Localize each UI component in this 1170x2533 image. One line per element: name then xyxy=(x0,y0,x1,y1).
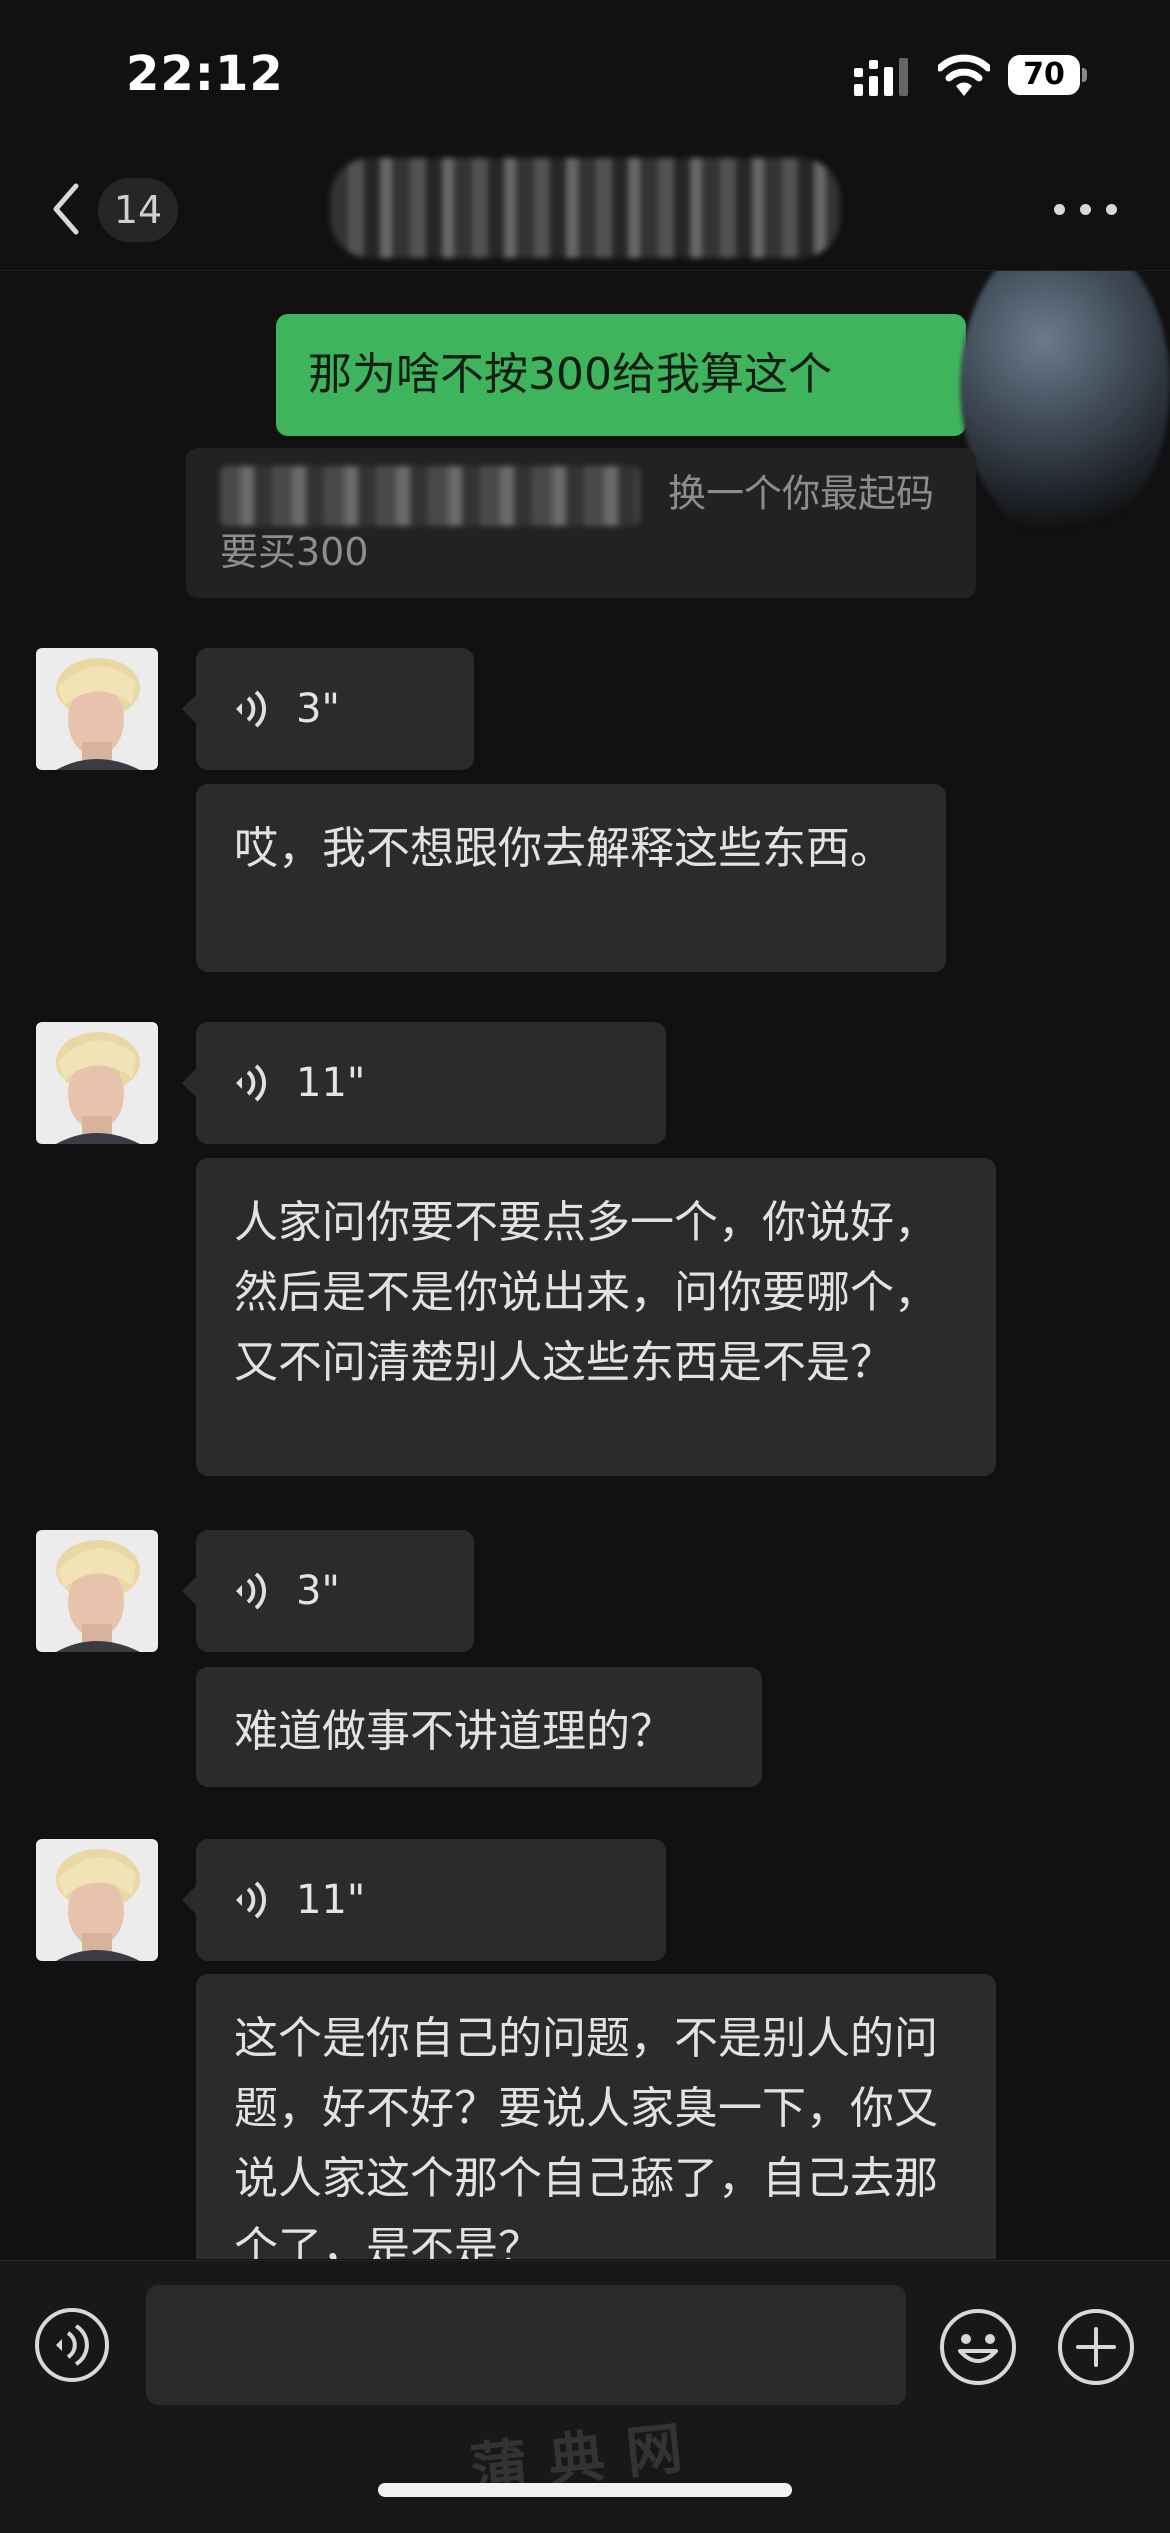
contact-avatar[interactable] xyxy=(36,1839,158,1961)
voice-wave-icon xyxy=(236,690,267,728)
plus-icon[interactable] xyxy=(1056,2307,1136,2387)
battery-icon: 70 xyxy=(1008,55,1087,95)
wifi-icon xyxy=(938,54,990,96)
status-time: 22:12 xyxy=(126,46,284,102)
home-indicator[interactable] xyxy=(378,2483,792,2497)
redacted-quote-sender xyxy=(220,466,640,526)
chevron-left-icon xyxy=(53,183,79,235)
battery-level: 70 xyxy=(1008,55,1080,95)
voice-duration: 11" xyxy=(296,1877,366,1923)
message-input[interactable] xyxy=(146,2285,906,2405)
voice-wave-icon xyxy=(236,1064,267,1102)
more-options-icon[interactable] xyxy=(1054,200,1118,220)
quoted-reply[interactable]: 换一个你最起码要买300 xyxy=(186,448,976,598)
chat-header: 14 xyxy=(0,150,1170,271)
contact-avatar[interactable] xyxy=(36,648,158,770)
cellular-signal-icon xyxy=(854,58,908,96)
voice-duration: 3" xyxy=(296,686,340,732)
contact-avatar[interactable] xyxy=(36,1530,158,1652)
back-button[interactable]: 14 xyxy=(38,174,198,244)
voice-wave-icon xyxy=(236,1572,267,1610)
sent-message-bubble[interactable]: 那为啥不按300给我算这个 xyxy=(276,314,966,436)
voice-transcript-bubble[interactable]: 这个是你自己的问题，不是别人的问题，好不好？要说人家臭一下，你又说人家这个那个自… xyxy=(196,1974,996,2259)
emoji-icon[interactable] xyxy=(938,2307,1018,2387)
voice-message-bubble[interactable]: 3" xyxy=(182,648,474,770)
redacted-self-avatar xyxy=(960,271,1170,541)
unread-count-badge: 14 xyxy=(98,178,178,242)
voice-transcript-bubble[interactable]: 人家问你要不要点多一个，你说好，然后是不是你说出来，问你要哪个，又不问清楚别人这… xyxy=(196,1158,996,1476)
status-bar: 22:12 70 xyxy=(0,0,1170,150)
voice-duration: 11" xyxy=(296,1060,366,1106)
voice-message-bubble[interactable]: 11" xyxy=(182,1022,666,1144)
voice-duration: 3" xyxy=(296,1568,340,1614)
contact-avatar[interactable] xyxy=(36,1022,158,1144)
message-list[interactable]: 那为啥不按300给我算这个 换一个你最起码要买300 3" 哎，我不想跟你去解释… xyxy=(0,271,1170,2259)
voice-transcript-bubble[interactable]: 难道做事不讲道理的？ xyxy=(196,1667,762,1787)
redacted-chat-title xyxy=(330,158,840,258)
voice-input-toggle-icon[interactable] xyxy=(34,2307,110,2383)
voice-wave-icon xyxy=(236,1881,267,1919)
voice-transcript-bubble[interactable]: 哎，我不想跟你去解释这些东西。 xyxy=(196,784,946,972)
voice-message-bubble[interactable]: 11" xyxy=(182,1839,666,1961)
voice-message-bubble[interactable]: 3" xyxy=(182,1530,474,1652)
input-bar: 蒲典网 xyxy=(0,2260,1170,2533)
